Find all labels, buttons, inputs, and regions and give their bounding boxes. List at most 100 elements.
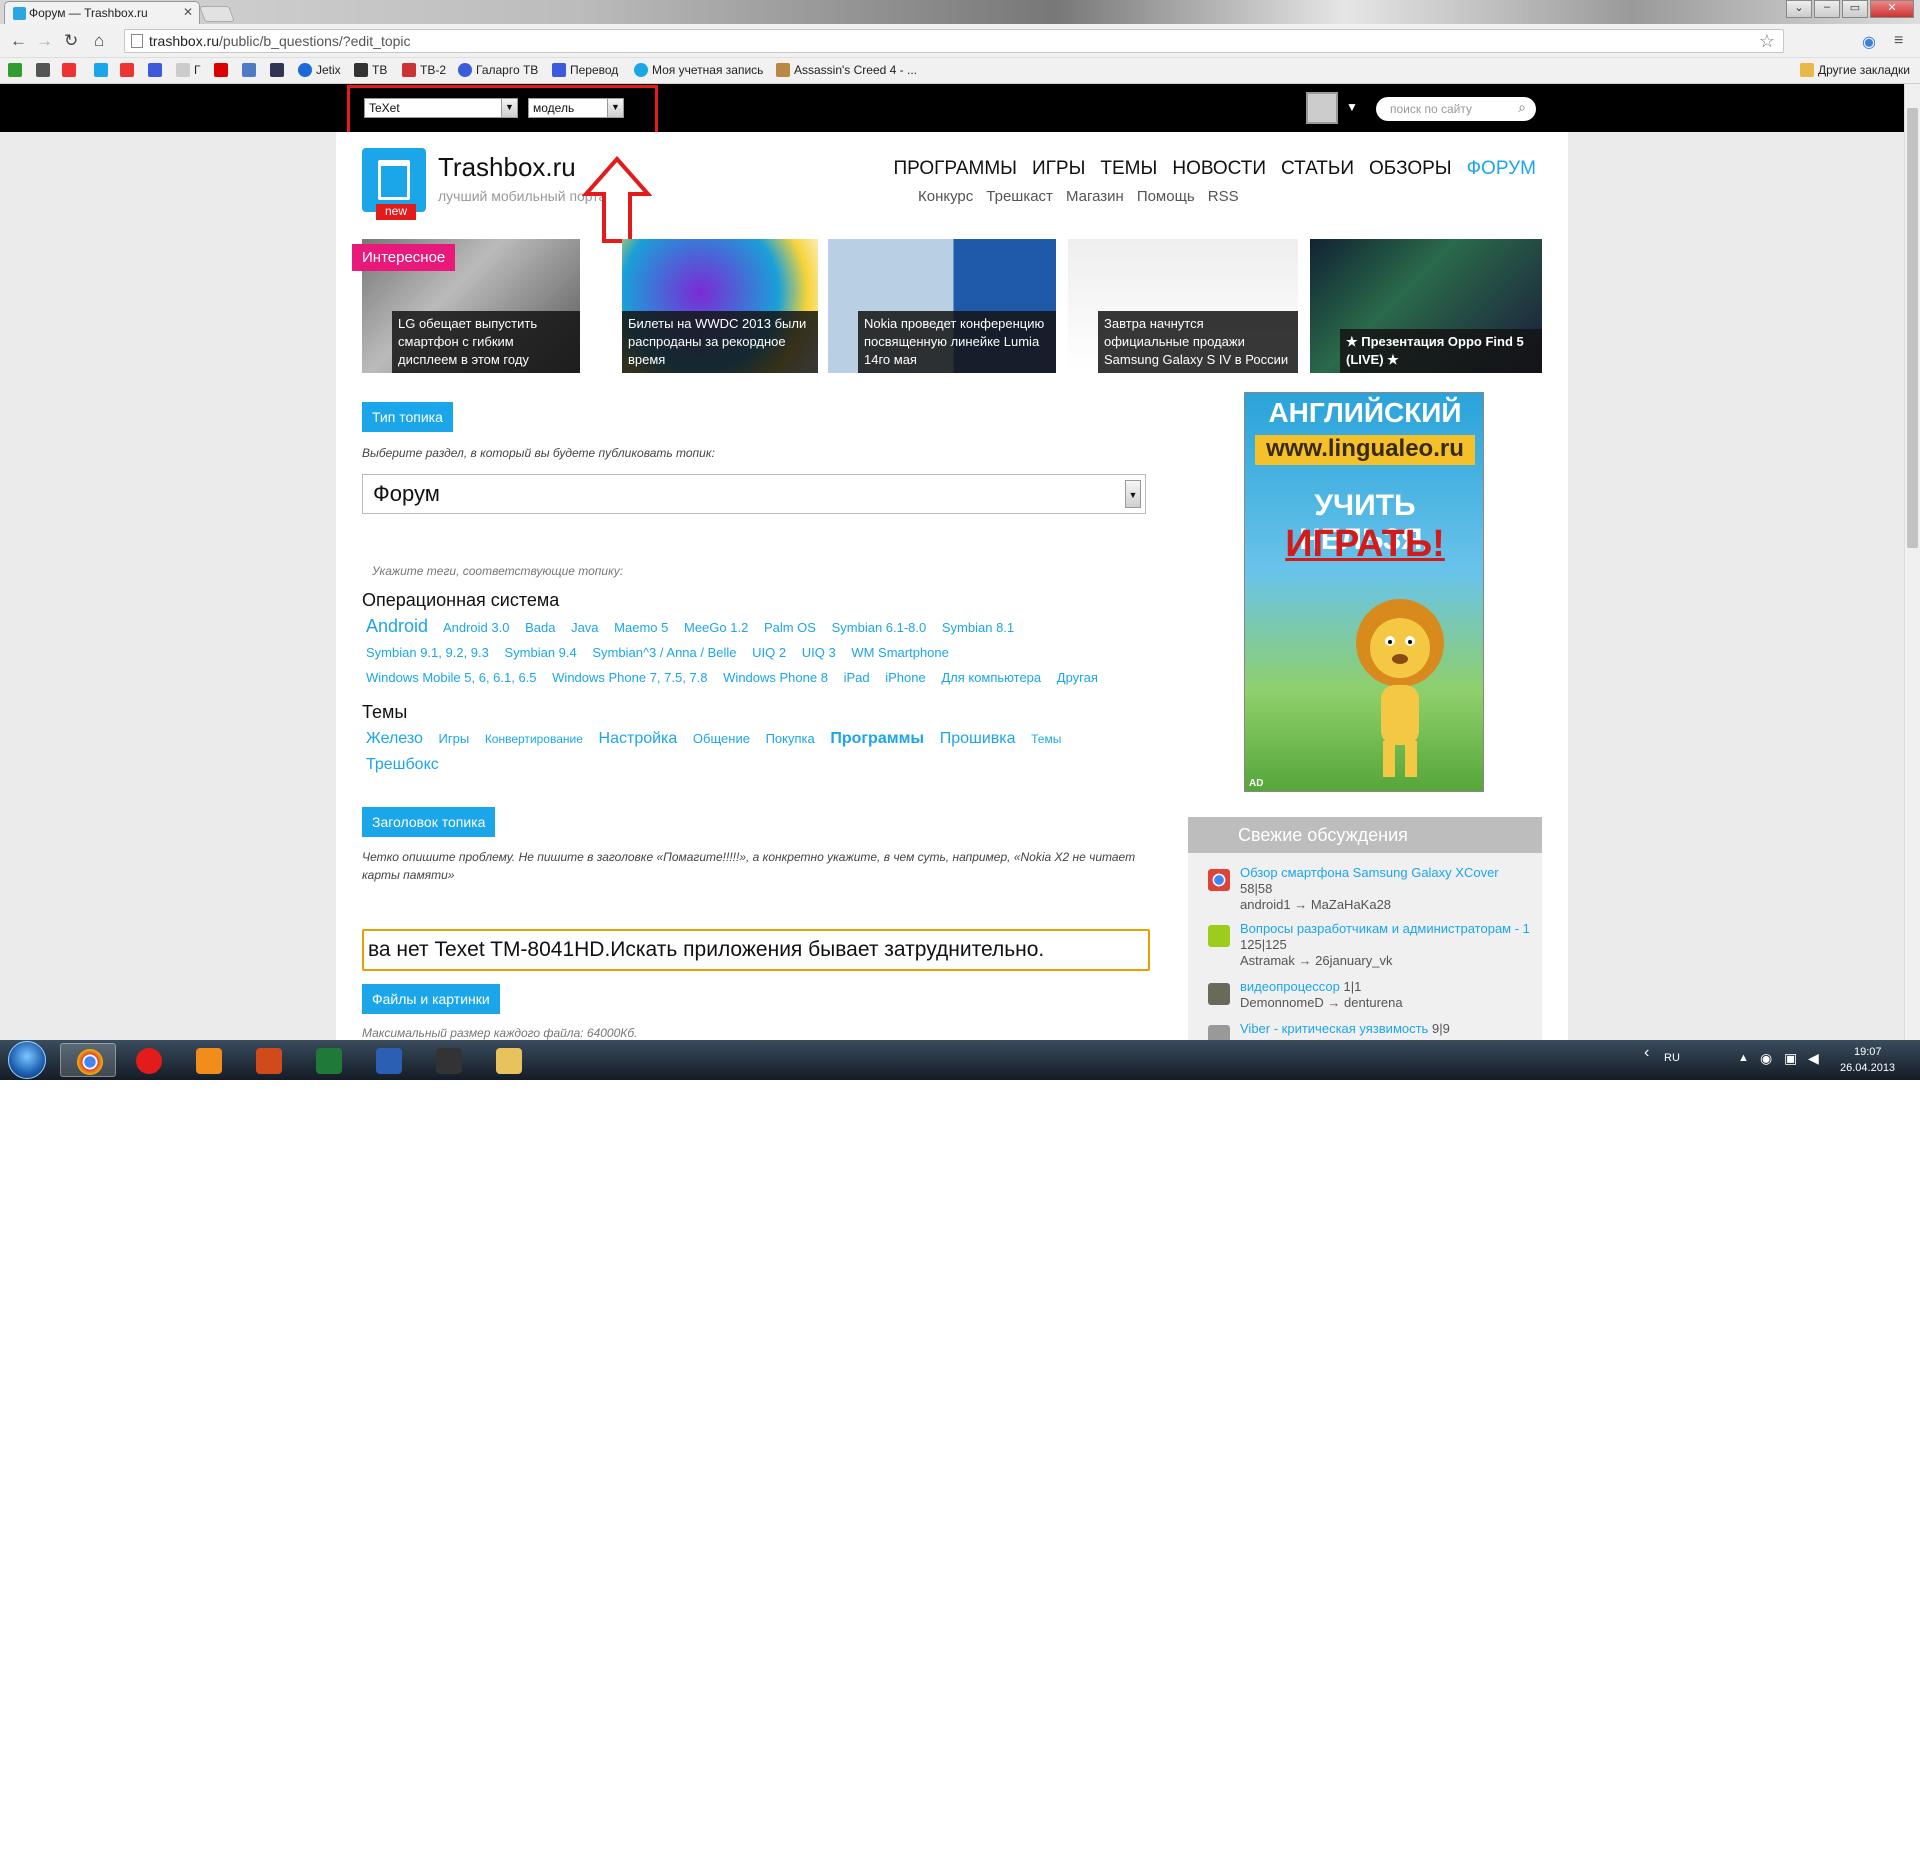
- taskbar-chrome[interactable]: [60, 1043, 116, 1077]
- tag-item[interactable]: Symbian 8.1: [942, 620, 1014, 635]
- other-bookmarks[interactable]: Другие закладки: [1800, 63, 1910, 77]
- topic-section-select[interactable]: Форум ▼: [362, 474, 1146, 514]
- taskbar-excel[interactable]: [300, 1043, 356, 1077]
- tag-item[interactable]: Железо: [366, 730, 423, 747]
- forward-arrow-icon[interactable]: →: [36, 31, 53, 51]
- nav-articles[interactable]: СТАТЬИ: [1281, 158, 1354, 180]
- tag-item[interactable]: Общение: [693, 731, 750, 746]
- bookmark-account[interactable]: Моя учетная запись: [634, 63, 763, 77]
- taskbar-explorer[interactable]: [480, 1043, 536, 1077]
- tag-item[interactable]: Трешбокс: [366, 756, 439, 773]
- nav-games[interactable]: ИГРЫ: [1032, 158, 1085, 180]
- tag-item[interactable]: Конвертирование: [485, 732, 583, 746]
- tag-item[interactable]: Программы: [830, 730, 924, 747]
- close-tab-icon[interactable]: ✕: [183, 5, 193, 19]
- taskbar-yandex[interactable]: [120, 1043, 176, 1077]
- files-button[interactable]: Файлы и картинки: [362, 984, 500, 1014]
- bookmark-icon[interactable]: [270, 63, 284, 77]
- discussion-link[interactable]: Вопросы разработчикам и администраторам …: [1240, 921, 1530, 936]
- site-search-input[interactable]: поиск по сайту ⌕: [1376, 97, 1536, 121]
- avatar[interactable]: [1306, 92, 1338, 124]
- tag-item[interactable]: Windows Mobile 5, 6, 6.1, 6.5: [366, 670, 537, 685]
- tag-item[interactable]: Покупка: [766, 731, 815, 746]
- volume-icon[interactable]: ◀: [1808, 1050, 1819, 1067]
- tag-item[interactable]: Maemo 5: [614, 620, 668, 635]
- address-bar[interactable]: trashbox.ru/public/b_questions/?edit_top…: [124, 29, 1784, 53]
- bookmark-icon[interactable]: [8, 63, 22, 77]
- bookmark-icon[interactable]: [62, 63, 76, 77]
- minimize-button[interactable]: –: [1814, 0, 1840, 18]
- tag-item[interactable]: Windows Phone 8: [723, 670, 828, 685]
- reload-icon[interactable]: ↻: [64, 31, 78, 51]
- taskbar-odnoklassniki[interactable]: [180, 1043, 236, 1077]
- subnav-rss[interactable]: RSS: [1208, 188, 1239, 205]
- tag-item[interactable]: Java: [571, 620, 598, 635]
- bookmark-icon[interactable]: [242, 63, 256, 77]
- extension-icon[interactable]: ◉: [1862, 32, 1876, 52]
- bookmark-translate[interactable]: Перевод: [552, 63, 618, 77]
- tag-item[interactable]: iPad: [844, 670, 870, 685]
- bookmark-tv2[interactable]: ТВ-2: [402, 63, 446, 77]
- clock-date[interactable]: 26.04.2013: [1840, 1062, 1895, 1074]
- tray-arrow-icon[interactable]: ▲: [1738, 1052, 1749, 1064]
- tag-item[interactable]: Android 3.0: [443, 620, 510, 635]
- scrollbar[interactable]: [1904, 84, 1920, 1040]
- discussion-link[interactable]: Обзор смартфона Samsung Galaxy XCover: [1240, 865, 1499, 880]
- bookmark-icon[interactable]: [148, 63, 162, 77]
- bookmark-g[interactable]: Г: [176, 63, 201, 77]
- trashbox-logo-icon[interactable]: [362, 148, 426, 212]
- youtube-icon[interactable]: [214, 63, 228, 77]
- bookmark-assassins[interactable]: Assassin's Creed 4 - ...: [776, 63, 917, 77]
- language-indicator[interactable]: RU: [1664, 1052, 1680, 1064]
- chevron-down-icon[interactable]: ⌄: [1786, 0, 1812, 18]
- tag-item[interactable]: Для компьютера: [941, 670, 1041, 685]
- tag-item[interactable]: UIQ 2: [752, 645, 786, 660]
- nav-programs[interactable]: ПРОГРАММЫ: [893, 158, 1017, 180]
- nav-news[interactable]: НОВОСТИ: [1172, 158, 1266, 180]
- taskbar-video-editor[interactable]: [420, 1043, 476, 1077]
- taskbar-powerpoint[interactable]: [240, 1043, 296, 1077]
- subnav-help[interactable]: Помощь: [1137, 188, 1195, 205]
- bookmark-icon[interactable]: [36, 63, 50, 77]
- tag-item[interactable]: iPhone: [885, 670, 925, 685]
- chevron-down-icon[interactable]: ▼: [1346, 100, 1358, 114]
- tag-item[interactable]: Symbian^3 / Anna / Belle: [592, 645, 736, 660]
- logo-title[interactable]: Trashbox.ru: [438, 152, 576, 183]
- new-tab-button[interactable]: [199, 6, 235, 22]
- bookmark-icon[interactable]: [94, 63, 108, 77]
- tag-item[interactable]: WM Smartphone: [851, 645, 949, 660]
- bookmark-star-icon[interactable]: ☆: [1759, 31, 1775, 52]
- network-icon[interactable]: ▣: [1784, 1050, 1797, 1067]
- discussion-link[interactable]: видеопроцессор: [1240, 979, 1340, 994]
- back-arrow-icon[interactable]: ←: [10, 31, 27, 51]
- topic-title-input[interactable]: ва нет Texet TM-8041HD.Искать приложения…: [362, 929, 1150, 971]
- tag-item[interactable]: Игры: [439, 731, 470, 746]
- close-window-button[interactable]: ✕: [1870, 0, 1914, 18]
- featured-card[interactable]: ★ Презентация Oppo Find 5 (LIVE) ★: [1310, 239, 1542, 373]
- tag-item[interactable]: Темы: [1031, 732, 1061, 746]
- featured-card[interactable]: Nokia проведет конференцию посвященную л…: [828, 239, 1056, 373]
- start-button[interactable]: [8, 1041, 46, 1079]
- topic-type-button[interactable]: Тип топика: [362, 402, 453, 432]
- chevron-left-icon[interactable]: ‹: [1644, 1044, 1649, 1062]
- taskbar-word[interactable]: [360, 1043, 416, 1077]
- tag-item[interactable]: Symbian 9.1, 9.2, 9.3: [366, 645, 489, 660]
- subnav-contest[interactable]: Конкурс: [918, 188, 973, 205]
- nav-reviews[interactable]: ОБЗОРЫ: [1369, 158, 1452, 180]
- menu-icon[interactable]: ≡: [1894, 32, 1903, 50]
- tag-item[interactable]: Настройка: [599, 730, 678, 747]
- tray-app-icon[interactable]: ◉: [1760, 1050, 1772, 1067]
- discussion-link[interactable]: Viber - критическая уязвимость: [1240, 1021, 1428, 1036]
- tag-item[interactable]: Android: [366, 616, 428, 636]
- scrollbar-thumb[interactable]: [1907, 108, 1918, 548]
- browser-tab[interactable]: Форум — Trashbox.ru ✕: [4, 1, 200, 24]
- bookmark-galargo[interactable]: Галарго ТВ: [458, 63, 538, 77]
- tag-item[interactable]: Symbian 6.1-8.0: [832, 620, 927, 635]
- featured-card[interactable]: Завтра начнутся официальные продажи Sams…: [1068, 239, 1298, 373]
- bookmark-jetix[interactable]: Jetix: [298, 63, 341, 77]
- tag-item[interactable]: Bada: [525, 620, 555, 635]
- nav-forum[interactable]: ФОРУМ: [1467, 158, 1536, 180]
- clock-time[interactable]: 19:07: [1854, 1046, 1882, 1058]
- bookmark-tv[interactable]: ТВ: [354, 63, 387, 77]
- subnav-shop[interactable]: Магазин: [1066, 188, 1124, 205]
